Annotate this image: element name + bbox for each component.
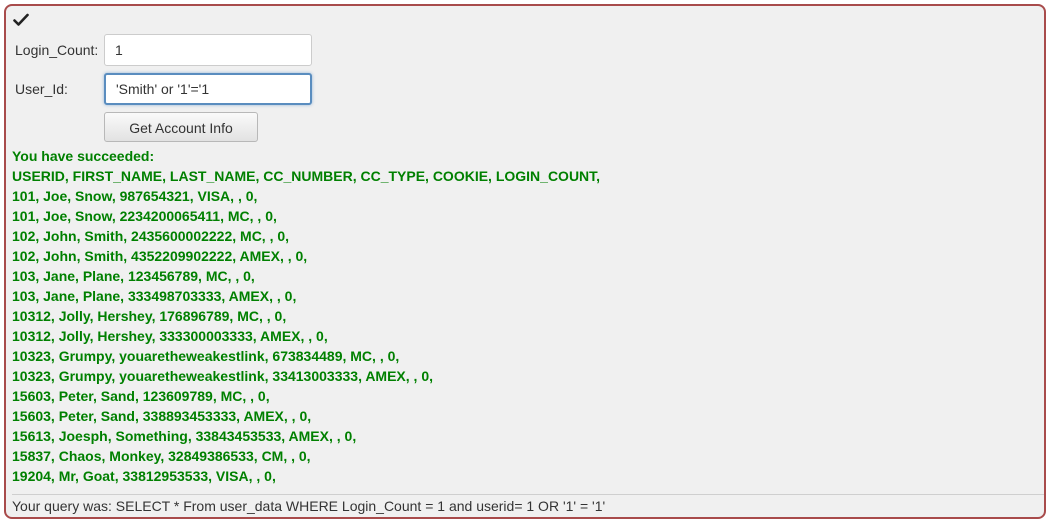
login-count-input[interactable]	[104, 34, 312, 66]
result-row: 15603, Peter, Sand, 338893453333, AMEX, …	[12, 408, 312, 424]
result-row: 10323, Grumpy, youaretheweakestlink, 334…	[12, 368, 434, 384]
query-feedback: Your query was: SELECT * From user_data …	[12, 498, 606, 514]
result-row: 15603, Peter, Sand, 123609789, MC, , 0,	[12, 388, 270, 404]
result-header: USERID, FIRST_NAME, LAST_NAME, CC_NUMBER…	[12, 168, 601, 184]
result-row: 10323, Grumpy, youaretheweakestlink, 673…	[12, 348, 400, 364]
get-account-info-button[interactable]: Get Account Info	[104, 112, 258, 142]
result-row: 102, John, Smith, 4352209902222, AMEX, ,…	[12, 248, 308, 264]
result-row: 102, John, Smith, 2435600002222, MC, , 0…	[12, 228, 290, 244]
result-row: 101, Joe, Snow, 987654321, VISA, , 0,	[12, 188, 258, 204]
result-row: 10312, Jolly, Hershey, 176896789, MC, , …	[12, 308, 287, 324]
result-output: You have succeeded: USERID, FIRST_NAME, …	[12, 146, 1032, 486]
user-id-input[interactable]	[104, 73, 312, 105]
checkmark-icon	[13, 13, 29, 26]
result-row: 101, Joe, Snow, 2234200065411, MC, , 0,	[12, 208, 277, 224]
result-row: 19204, Mr, Goat, 33812953533, VISA, , 0,	[12, 468, 276, 484]
result-row: 15837, Chaos, Monkey, 32849386533, CM, ,…	[12, 448, 311, 464]
result-row: 103, Jane, Plane, 123456789, MC, , 0,	[12, 268, 255, 284]
query-divider	[12, 494, 1044, 495]
user-id-label: User_Id:	[15, 81, 68, 97]
result-row: 15613, Joesph, Something, 33843453533, A…	[12, 428, 357, 444]
assignment-panel: Login_Count: User_Id: Get Account Info Y…	[4, 4, 1046, 519]
login-count-label: Login_Count:	[15, 42, 99, 58]
result-row: 103, Jane, Plane, 333498703333, AMEX, , …	[12, 288, 297, 304]
success-message: You have succeeded:	[12, 148, 155, 164]
result-row: 10312, Jolly, Hershey, 333300003333, AME…	[12, 328, 328, 344]
